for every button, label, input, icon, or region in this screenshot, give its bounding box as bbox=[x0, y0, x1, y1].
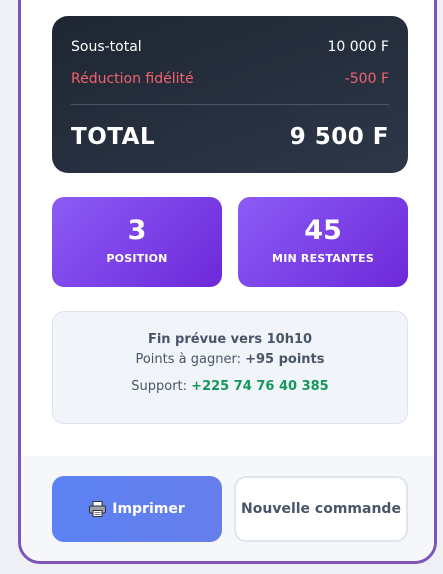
minutes-remaining-value: 45 bbox=[304, 215, 342, 246]
points-prefix: Points à gagner: bbox=[135, 352, 246, 367]
queue-position-value: 3 bbox=[127, 215, 147, 246]
order-info-box: Fin prévue vers 10h10 Points à gagner: +… bbox=[52, 311, 408, 424]
order-status-card: Sous-total 10 000 F Réduction fidélité -… bbox=[18, 0, 437, 564]
printer-icon bbox=[89, 501, 107, 517]
minutes-remaining-label: MIN RESTANTES bbox=[272, 252, 374, 265]
receipt-divider bbox=[71, 104, 389, 105]
new-order-button-label: Nouvelle commande bbox=[241, 500, 401, 517]
queue-position-tile: 3 POSITION bbox=[52, 197, 222, 287]
total-label: TOTAL bbox=[71, 124, 156, 150]
receipt-summary: Sous-total 10 000 F Réduction fidélité -… bbox=[52, 16, 408, 173]
new-order-button[interactable]: Nouvelle commande bbox=[234, 476, 408, 542]
minutes-remaining-tile: 45 MIN RESTANTES bbox=[238, 197, 408, 287]
print-button[interactable]: Imprimer bbox=[52, 476, 222, 542]
support-phone-link[interactable]: +225 74 76 40 385 bbox=[191, 379, 329, 394]
support-prefix: Support: bbox=[131, 379, 192, 394]
discount-value: -500 F bbox=[344, 71, 389, 87]
discount-row: Réduction fidélité -500 F bbox=[71, 71, 389, 87]
points-value: +95 points bbox=[245, 352, 325, 367]
print-button-label: Imprimer bbox=[112, 501, 185, 517]
discount-label: Réduction fidélité bbox=[71, 71, 194, 87]
subtotal-row: Sous-total 10 000 F bbox=[71, 39, 389, 55]
estimated-finish: Fin prévue vers 10h10 bbox=[147, 332, 313, 347]
subtotal-value: 10 000 F bbox=[327, 39, 390, 55]
total-row: TOTAL 9 500 F bbox=[71, 124, 389, 150]
subtotal-label: Sous-total bbox=[71, 39, 142, 55]
support-line: Support: +225 74 76 40 385 bbox=[53, 379, 407, 394]
points-line: Points à gagner: +95 points bbox=[53, 352, 407, 367]
queue-position-label: POSITION bbox=[106, 252, 168, 265]
total-value: 9 500 F bbox=[289, 124, 389, 150]
